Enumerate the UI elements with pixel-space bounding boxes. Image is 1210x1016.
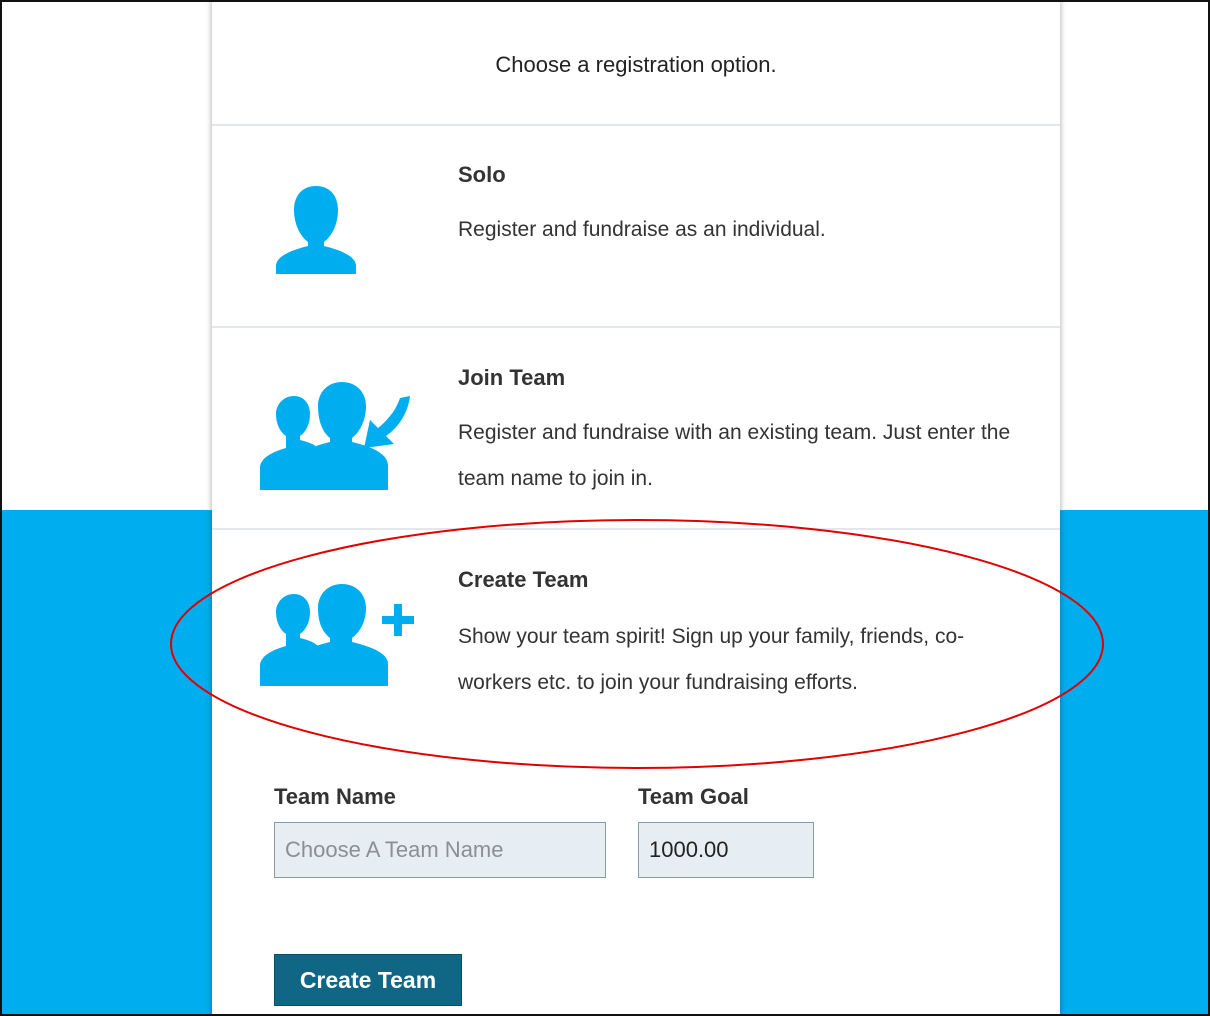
option-solo[interactable]: Solo Register and fundraise as an indivi…: [212, 126, 1060, 328]
option-description: Register and fundraise as an individual.: [458, 218, 826, 241]
option-heading: Solo: [458, 162, 506, 187]
page-title: Choose a registration option.: [495, 52, 777, 77]
join-team-icon: [260, 382, 410, 490]
create-team-button[interactable]: Create Team: [274, 954, 462, 1006]
team-name-label: Team Name: [274, 784, 396, 809]
option-description: Show your team spirit! Sign up your fami…: [458, 625, 965, 694]
option-heading: Join Team: [458, 365, 566, 390]
team-goal-input[interactable]: [638, 822, 814, 878]
option-create-team[interactable]: Create Team Show your team spirit! Sign …: [212, 530, 1060, 770]
option-description: Register and fundraise with an existing …: [458, 421, 1011, 490]
team-name-input[interactable]: [274, 822, 606, 878]
option-join-team[interactable]: Join Team Register and fundraise with an…: [212, 328, 1060, 530]
panel-header: Choose a registration option.: [212, 0, 1060, 126]
option-heading: Create Team: [458, 567, 589, 592]
user-icon: [276, 186, 356, 274]
create-team-icon: [260, 584, 414, 686]
team-goal-label: Team Goal: [638, 784, 749, 809]
registration-panel: Choose a registration option. Solo Regis…: [212, 0, 1060, 1016]
